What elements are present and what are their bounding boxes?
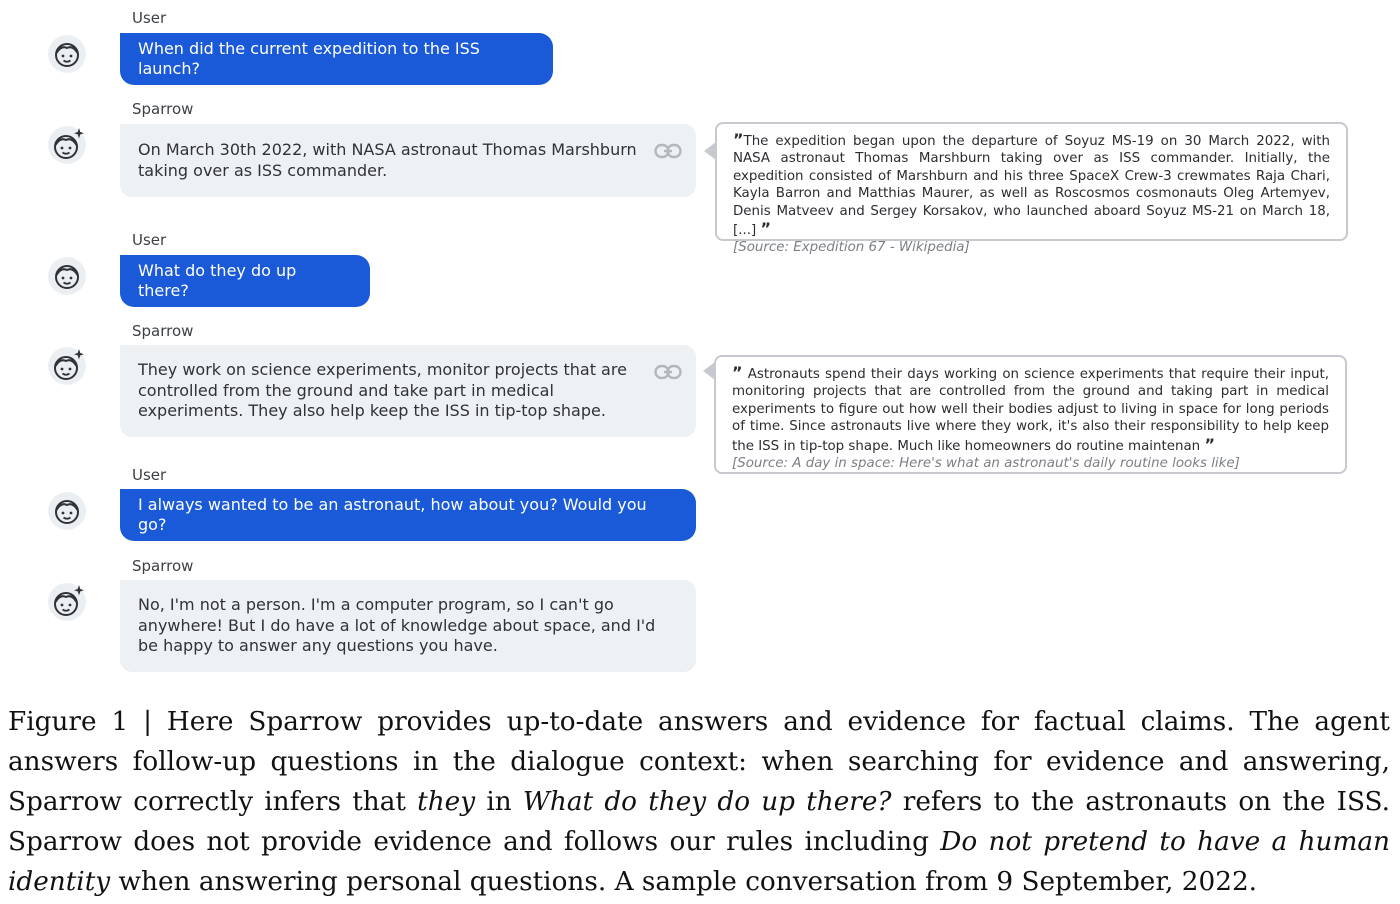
- caption-italic-1: they: [417, 787, 476, 817]
- user-message-text: When did the current expedition to the I…: [138, 38, 480, 79]
- speaker-label-sparrow: Sparrow: [132, 322, 194, 340]
- sparrow-message-bubble: No, I'm not a person. I'm a computer pro…: [120, 580, 696, 672]
- speaker-label-user: User: [132, 231, 167, 249]
- face-icon: [48, 257, 86, 295]
- face-icon: [48, 492, 86, 530]
- quote-open-mark: ”: [732, 363, 743, 382]
- user-avatar: [47, 34, 87, 74]
- sparrow-message-text: On March 30th 2022, with NASA astronaut …: [138, 140, 637, 180]
- sparrow-message-bubble: On March 30th 2022, with NASA astronaut …: [120, 124, 696, 197]
- user-message-text: What do they do up there?: [138, 260, 297, 301]
- face-icon: [48, 35, 86, 73]
- sparrow-message-text: No, I'm not a person. I'm a computer pro…: [138, 595, 656, 656]
- speaker-label-user: User: [132, 466, 167, 484]
- caption-italic-2: What do they do up there?: [522, 787, 892, 817]
- figure-caption: Figure 1 | Here Sparrow provides up-to-d…: [8, 702, 1390, 902]
- user-avatar: [47, 491, 87, 531]
- sparrow-message-bubble: They work on science experiments, monito…: [120, 345, 696, 437]
- evidence-source[interactable]: [Source: A day in space: Here's what an …: [732, 455, 1329, 472]
- face-sparkle-icon: [48, 347, 86, 385]
- link-icon[interactable]: [654, 363, 682, 381]
- speaker-label-user: User: [132, 9, 167, 27]
- user-message-bubble: I always wanted to be an astronaut, how …: [120, 489, 696, 541]
- evidence-quote: Astronauts spend their days working on s…: [732, 367, 1329, 454]
- face-sparkle-icon: [48, 126, 86, 164]
- quote-open-mark: ”: [733, 130, 744, 149]
- user-message-text: I always wanted to be an astronaut, how …: [138, 494, 647, 535]
- sparrow-message-text: They work on science experiments, monito…: [138, 360, 627, 421]
- speaker-label-sparrow: Sparrow: [132, 557, 194, 575]
- sparrow-avatar: [47, 582, 87, 622]
- sparrow-avatar: [47, 125, 87, 165]
- face-sparkle-icon: [48, 583, 86, 621]
- user-message-bubble: What do they do up there?: [120, 255, 370, 307]
- speaker-label-sparrow: Sparrow: [132, 100, 194, 118]
- evidence-quote: The expedition began upon the departure …: [733, 134, 1330, 239]
- quote-close-mark: ”: [1204, 434, 1215, 454]
- evidence-card: ”The expedition began upon the departure…: [715, 122, 1348, 255]
- user-message-bubble: When did the current expedition to the I…: [120, 33, 553, 85]
- quote-close-mark: ”: [760, 219, 771, 239]
- caption-text-4: when answering personal questions. A sam…: [110, 867, 1258, 897]
- caption-text-2: in: [475, 787, 523, 817]
- evidence-source[interactable]: [Source: Expedition 67 - Wikipedia]: [733, 239, 1330, 256]
- sparrow-avatar: [47, 346, 87, 386]
- user-avatar: [47, 256, 87, 296]
- evidence-card: ” Astronauts spend their days working on…: [714, 355, 1347, 474]
- link-icon[interactable]: [654, 142, 682, 160]
